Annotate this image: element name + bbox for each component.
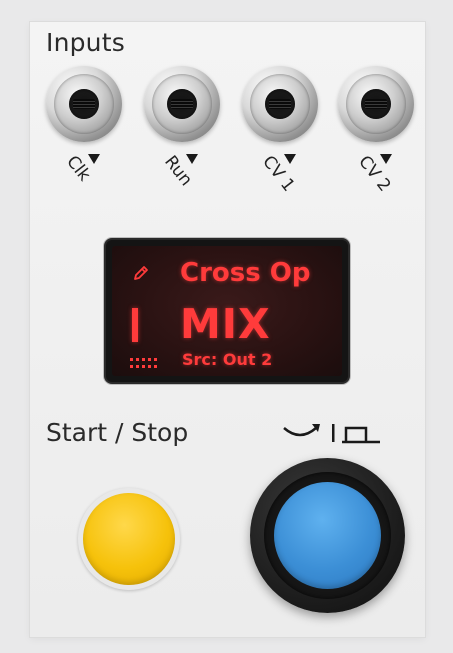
display-title: Cross Op [180,258,311,288]
oled-screen: Cross Op MIX Src: Out 2 [112,246,342,376]
start-stop-button-cap [83,493,175,585]
jack-nut [250,74,310,134]
main-button-cap [274,482,381,589]
divider [332,424,335,442]
start-stop-label: Start / Stop [46,418,189,447]
dots-grid-icon [130,358,157,368]
start-stop-button[interactable] [78,488,180,590]
cv2-jack[interactable] [338,66,414,142]
down-triangle-icon [380,154,392,164]
down-triangle-icon [186,154,198,164]
jack-socket [69,89,99,119]
arrow-curve-icon [283,424,320,437]
jack-nut [54,74,114,134]
main-button[interactable] [250,458,405,613]
oled-display: Cross Op MIX Src: Out 2 [106,240,348,382]
jack-socket [167,89,197,119]
square-gate-icon [342,426,380,444]
jack-nut [346,74,406,134]
display-source: Src: Out 2 [182,350,273,369]
inputs-heading: Inputs [46,28,125,57]
run-jack[interactable] [144,66,220,142]
mode-icons [283,424,380,444]
jack-socket [361,89,391,119]
display-value: MIX [180,300,271,348]
clk-jack[interactable] [46,66,122,142]
jack-nut [152,74,212,134]
cv1-jack[interactable] [242,66,318,142]
down-triangle-icon [284,154,296,164]
pencil-icon [134,266,148,280]
level-bar [132,308,138,342]
jack-socket [265,89,295,119]
down-triangle-icon [88,154,100,164]
